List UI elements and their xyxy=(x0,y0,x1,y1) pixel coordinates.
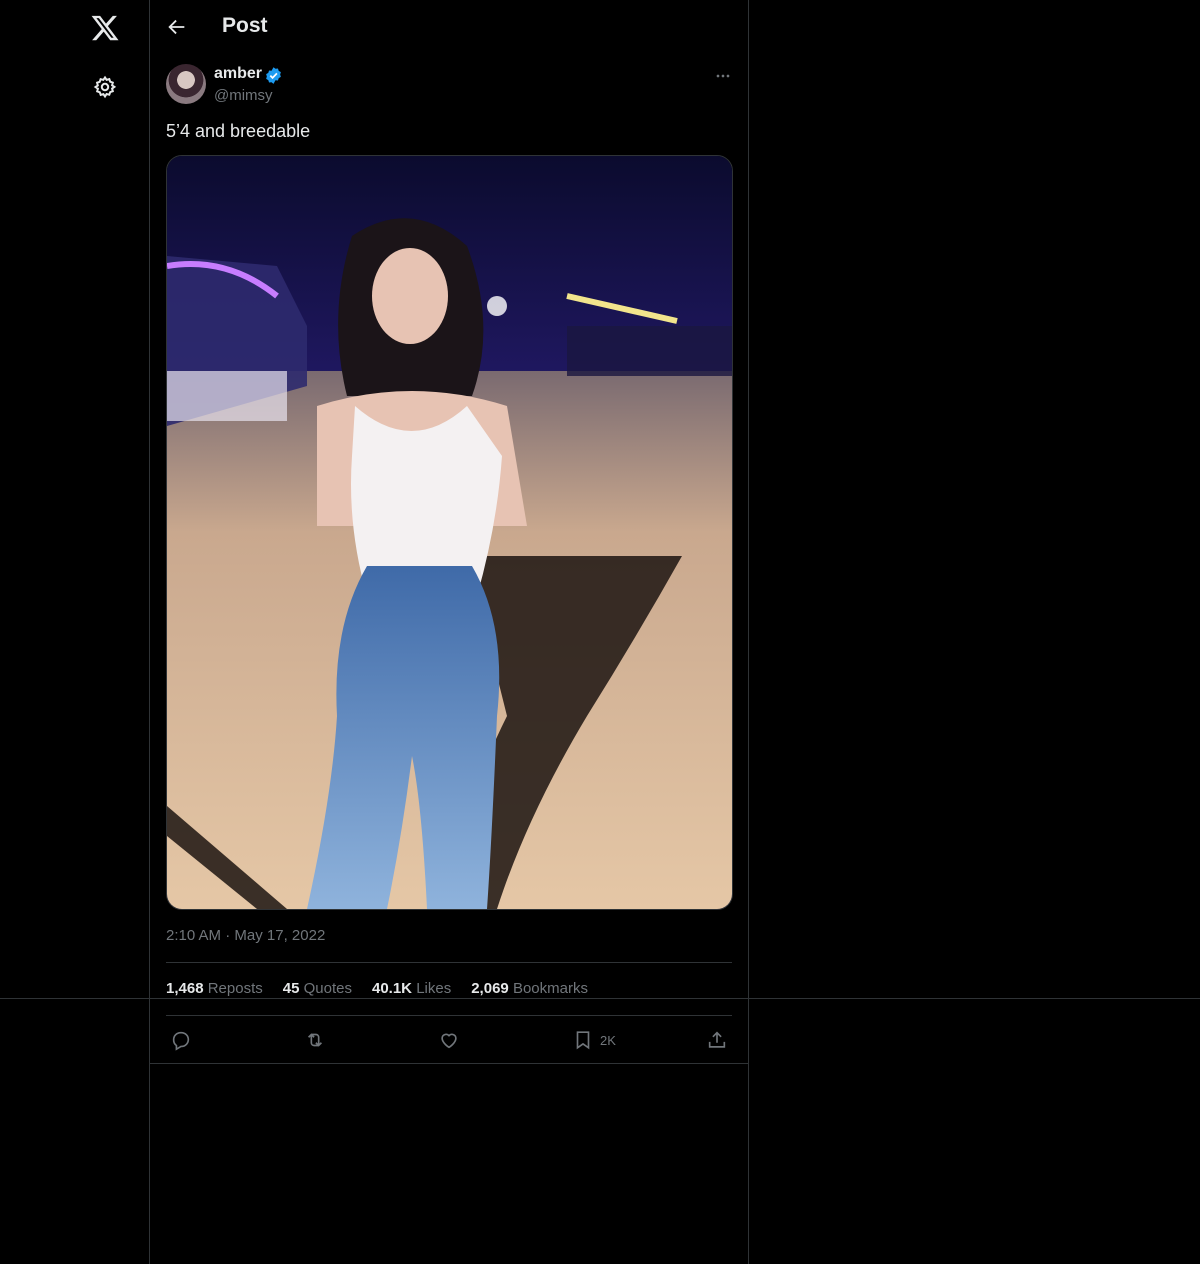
more-icon[interactable] xyxy=(712,66,734,86)
reposts-count: 1,468 xyxy=(166,980,204,997)
quotes-stat[interactable]: 45 Quotes xyxy=(283,980,352,997)
reposts-stat[interactable]: 1,468 Reposts xyxy=(166,980,263,997)
divider xyxy=(150,1063,748,1064)
author-handle[interactable]: @mimsy xyxy=(214,87,273,104)
main-column: Post amber @mimsy 5’4 and breedable 2:10… xyxy=(149,0,749,1264)
bookmarks-count: 2,069 xyxy=(471,980,509,997)
repost-button[interactable] xyxy=(304,1026,326,1054)
bookmark-button[interactable]: 2K xyxy=(572,1026,616,1054)
left-rail xyxy=(0,0,149,1264)
post-text: 5’4 and breedable xyxy=(166,121,311,141)
post-date-link[interactable]: May 17, 2022 xyxy=(234,927,325,944)
timestamp-separator: · xyxy=(225,927,231,944)
reply-button[interactable] xyxy=(170,1026,192,1054)
quotes-count: 45 xyxy=(282,980,300,997)
photo-illustration xyxy=(167,156,732,909)
author-name[interactable]: amber xyxy=(214,65,262,83)
x-logo-icon[interactable] xyxy=(90,13,120,43)
bookmarks-label: Bookmarks xyxy=(512,980,588,997)
quotes-label: Quotes xyxy=(303,980,352,997)
post-image[interactable] xyxy=(166,155,733,910)
back-arrow-icon[interactable] xyxy=(166,16,188,38)
divider xyxy=(166,1015,732,1016)
bookmark-icon xyxy=(576,1031,590,1050)
like-icon xyxy=(441,1033,457,1049)
post-timestamp: 2:10 AM · May 17, 2022 xyxy=(166,927,325,944)
like-button[interactable] xyxy=(438,1026,460,1054)
divider xyxy=(166,962,732,963)
gear-icon[interactable] xyxy=(93,75,117,99)
bookmarks-stat[interactable]: 2,069 Bookmarks xyxy=(471,980,588,997)
post-time-link[interactable]: 2:10 AM xyxy=(166,927,221,944)
page-title: Post xyxy=(222,14,268,37)
reply-icon xyxy=(172,1031,190,1051)
share-button[interactable] xyxy=(706,1026,728,1054)
verified-badge-icon xyxy=(266,67,281,84)
avatar[interactable] xyxy=(166,64,206,104)
reposts-label: Reposts xyxy=(207,980,263,997)
repost-icon xyxy=(307,1033,323,1047)
likes-label: Likes xyxy=(416,980,452,997)
engagement-stats: 1,468 Reposts 45 Quotes 40.1K Likes 2,06… xyxy=(166,980,588,997)
action-bar: 2K xyxy=(166,1026,732,1054)
likes-stat[interactable]: 40.1K Likes xyxy=(372,980,451,997)
share-icon xyxy=(708,1031,726,1048)
bookmark-count: 2K xyxy=(600,1032,616,1048)
likes-count: 40.1K xyxy=(371,980,413,997)
